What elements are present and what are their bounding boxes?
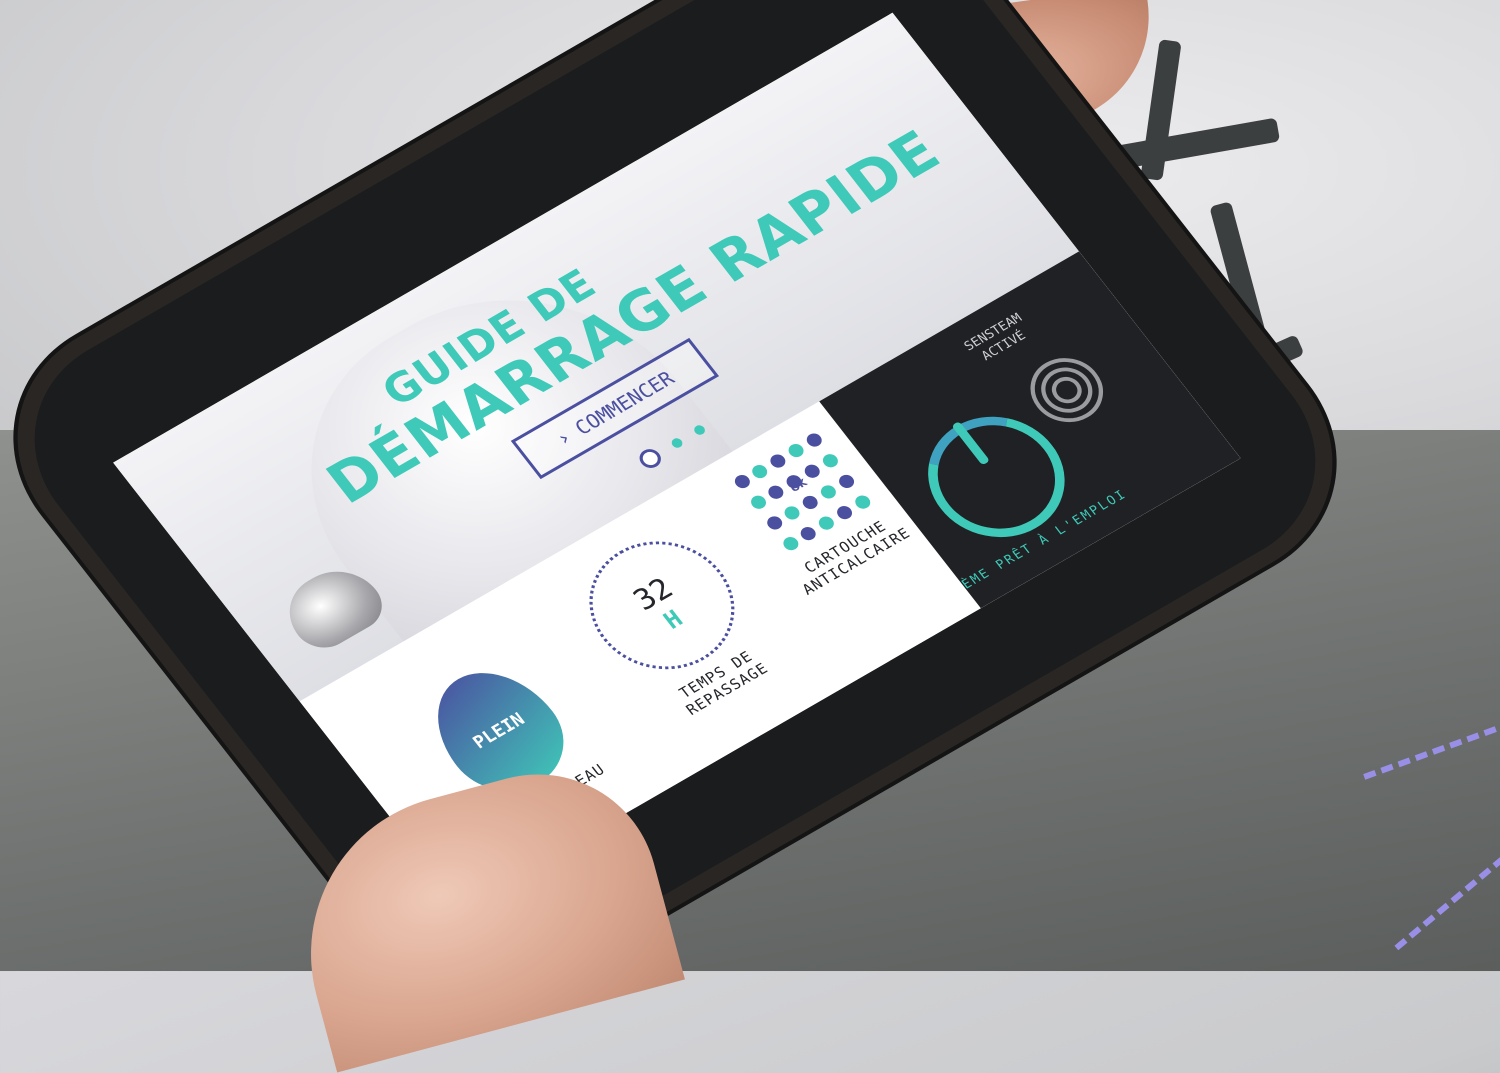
- sensteam-icon[interactable]: [1016, 346, 1118, 435]
- ironing-time-unit: H: [657, 604, 688, 635]
- power-icon: [950, 421, 990, 466]
- smartphone: LAURASTAR SMART SWISS TECHNOLOGY | DESIG…: [0, 0, 1366, 1015]
- chevron-right-icon: ›: [550, 425, 577, 451]
- ironing-time[interactable]: 32 H TEMPS DE REPASSAGE: [560, 517, 792, 730]
- phone-icon[interactable]: ✆: [779, 12, 837, 28]
- app-screen: LAURASTAR SMART SWISS TECHNOLOGY | DESIG…: [113, 12, 1241, 909]
- phone-scene: LAURASTAR SMART SWISS TECHNOLOGY | DESIG…: [0, 0, 1500, 1015]
- carousel-dot[interactable]: [669, 436, 685, 450]
- water-level-value: PLEIN: [468, 708, 529, 753]
- hamburger-menu-icon[interactable]: [130, 552, 172, 586]
- sensteam-label: SENSTEAM ACTIVÉ: [961, 310, 1029, 364]
